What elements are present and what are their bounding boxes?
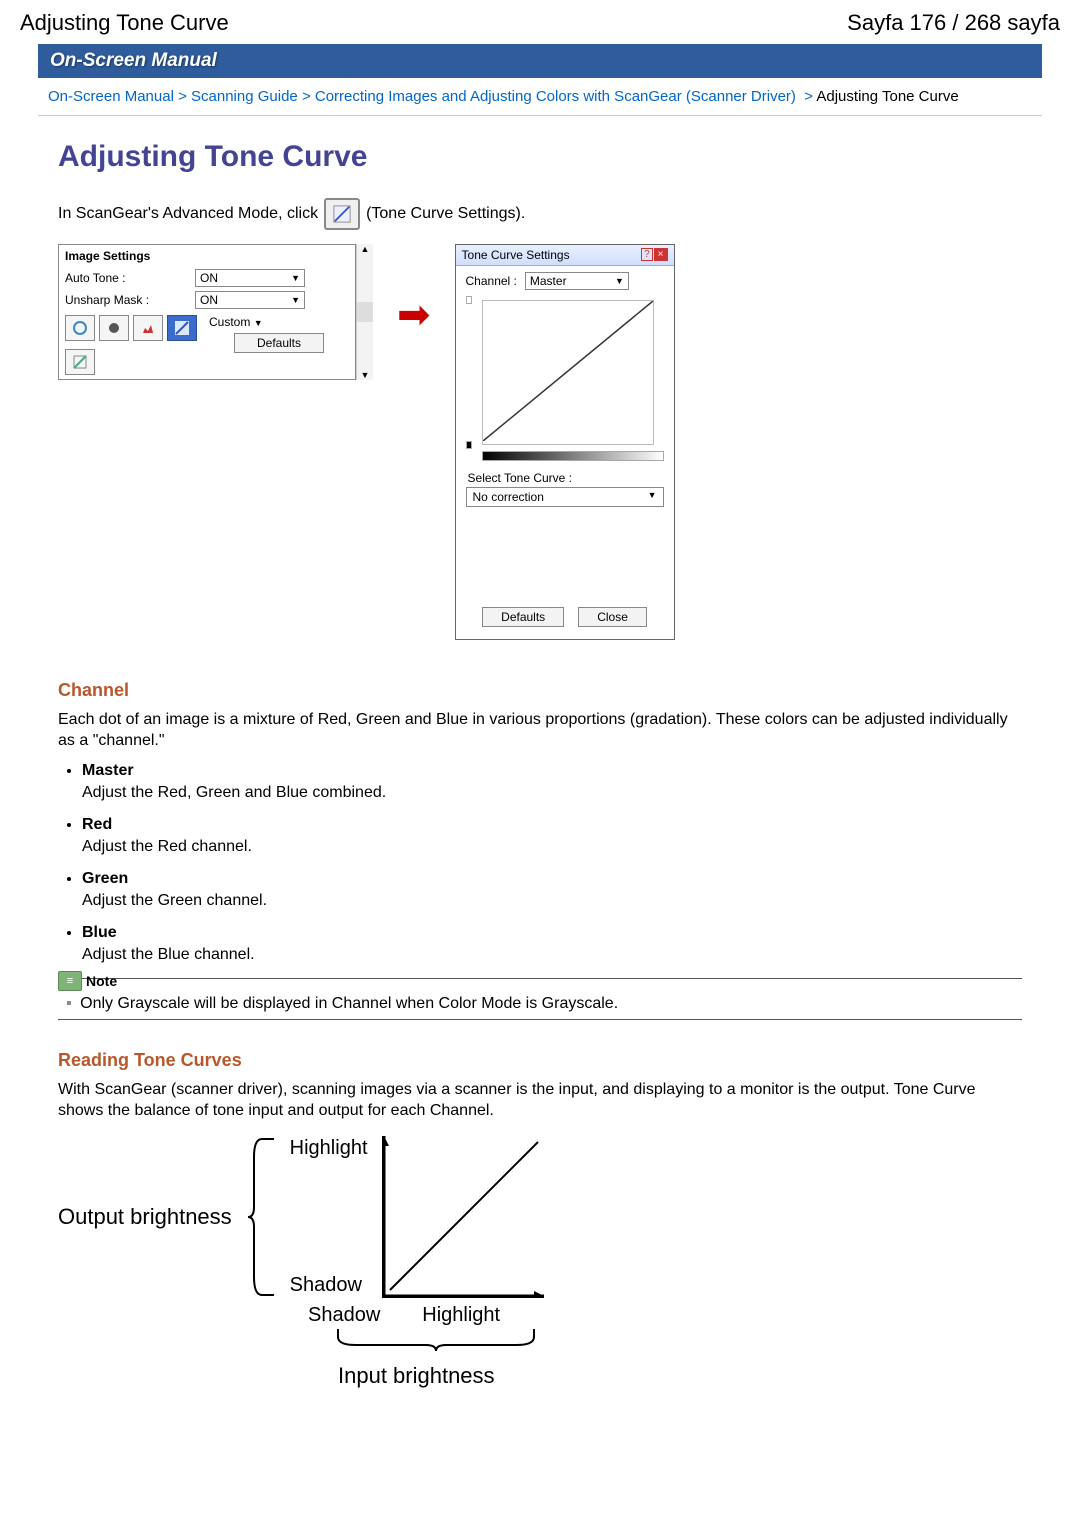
channel-label: Channel : — [466, 274, 517, 288]
intro-before: In ScanGear's Advanced Mode, click — [58, 205, 318, 223]
defaults-button[interactable]: Defaults — [482, 607, 564, 627]
mockup-area: Image Settings Auto Tone : ON ▼ Unsharp … — [58, 244, 1042, 640]
manual-bar: On-Screen Manual — [38, 44, 1042, 78]
defaults-button[interactable]: Defaults — [234, 333, 324, 353]
channel-heading: Channel — [58, 680, 1042, 701]
intro-after: (Tone Curve Settings). — [366, 205, 525, 223]
reading-heading: Reading Tone Curves — [58, 1050, 1042, 1071]
page-header: Adjusting Tone Curve Sayfa 176 / 268 say… — [0, 0, 1080, 44]
help-icon[interactable]: ? — [641, 248, 653, 261]
tool-icon-row — [59, 311, 203, 345]
channel-dropdown[interactable]: Master ▼ — [525, 272, 629, 290]
note-box: ≡ Note Only Grayscale will be displayed … — [58, 978, 1022, 1020]
chevron-down-icon: ▼ — [615, 276, 624, 286]
item-desc: Adjust the Red, Green and Blue combined. — [82, 784, 1022, 802]
breadcrumb-link[interactable]: Correcting Images and Adjusting Colors w… — [315, 88, 796, 105]
scroll-up-icon[interactable]: ▲ — [357, 244, 373, 254]
y-shadow-label: Shadow — [290, 1274, 368, 1297]
y-bracket-icon — [246, 1137, 276, 1297]
breadcrumb-current: Adjusting Tone Curve — [816, 88, 958, 105]
mode-dropdown[interactable]: Custom ▼ — [209, 315, 319, 329]
y-highlight-label: Highlight — [290, 1137, 368, 1160]
tcs-titlebar: Tone Curve Settings ? × — [456, 245, 674, 266]
scroll-down-icon[interactable]: ▼ — [357, 370, 373, 380]
x-bracket-icon — [336, 1327, 536, 1353]
curve-diagram-box — [382, 1136, 544, 1298]
note-content: Only Grayscale will be displayed in Chan… — [58, 993, 1022, 1019]
gradient-horizontal — [482, 451, 664, 461]
page-title: Adjusting Tone Curve — [58, 140, 1042, 174]
intro-line: In ScanGear's Advanced Mode, click (Tone… — [58, 198, 1042, 230]
image-settings-panel: Image Settings Auto Tone : ON ▼ Unsharp … — [58, 244, 356, 380]
close-button[interactable]: Close — [578, 607, 647, 627]
histogram-icon[interactable] — [133, 315, 163, 341]
item-desc: Adjust the Red channel. — [82, 838, 1022, 856]
list-item: Green Adjust the Green channel. — [82, 870, 1022, 910]
breadcrumb-sep: > — [804, 88, 813, 105]
scrollbar[interactable]: ▲ ▼ — [356, 244, 373, 380]
x-axis-label: Input brightness — [338, 1363, 495, 1389]
tone-curve-settings-panel: Tone Curve Settings ? × Channel : Master… — [455, 244, 675, 640]
breadcrumb-link[interactable]: Scanning Guide — [191, 88, 298, 105]
breadcrumb: On-Screen Manual > Scanning Guide > Corr… — [38, 78, 1042, 116]
page-number: Sayfa 176 / 268 sayfa — [847, 10, 1060, 36]
note-icon: ≡ — [58, 971, 82, 991]
select-tone-curve-dropdown[interactable]: No correction ▼ — [466, 487, 664, 507]
chevron-down-icon: ▼ — [291, 273, 300, 283]
close-icon[interactable]: × — [654, 248, 668, 261]
list-item: Red Adjust the Red channel. — [82, 816, 1022, 856]
auto-tone-dropdown[interactable]: ON ▼ — [195, 269, 305, 287]
final-review-icon[interactable] — [65, 349, 95, 375]
tone-curve-icon — [324, 198, 360, 230]
channel-intro: Each dot of an image is a mixture of Red… — [58, 709, 1022, 752]
breadcrumb-sep: > — [178, 88, 187, 105]
image-settings-title: Image Settings — [59, 245, 355, 267]
chevron-down-icon: ▼ — [291, 295, 300, 305]
select-tone-curve-label: Select Tone Curve : — [456, 461, 674, 487]
header-title: Adjusting Tone Curve — [20, 10, 229, 36]
setting-row: Unsharp Mask : ON ▼ — [59, 289, 355, 311]
tcs-title: Tone Curve Settings — [462, 248, 570, 262]
breadcrumb-sep: > — [302, 88, 311, 105]
setting-row: Auto Tone : ON ▼ — [59, 267, 355, 289]
x-shadow-label: Shadow — [308, 1304, 380, 1327]
chevron-down-icon: ▼ — [254, 318, 263, 328]
setting-label: Auto Tone : — [65, 271, 195, 285]
item-title: Green — [82, 870, 1022, 888]
brightness-icon[interactable] — [99, 315, 129, 341]
curve-graph[interactable] — [482, 300, 654, 445]
item-title: Blue — [82, 924, 1022, 942]
item-title: Red — [82, 816, 1022, 834]
item-title: Master — [82, 762, 1022, 780]
item-desc: Adjust the Green channel. — [82, 892, 1022, 910]
list-item: Master Adjust the Red, Green and Blue co… — [82, 762, 1022, 802]
list-item: Blue Adjust the Blue channel. — [82, 924, 1022, 964]
note-label: Note — [86, 973, 117, 989]
channel-list: Master Adjust the Red, Green and Blue co… — [82, 762, 1022, 964]
saturation-icon[interactable] — [65, 315, 95, 341]
item-desc: Adjust the Blue channel. — [82, 946, 1022, 964]
unsharp-mask-dropdown[interactable]: ON ▼ — [195, 291, 305, 309]
tone-curve-tool-icon[interactable] — [167, 315, 197, 341]
gradient-bottom — [466, 441, 472, 449]
scroll-thumb[interactable] — [357, 302, 373, 322]
breadcrumb-link[interactable]: On-Screen Manual — [48, 88, 174, 105]
arrow-right-icon: ➡ — [397, 292, 431, 338]
chevron-down-icon: ▼ — [648, 490, 657, 504]
y-axis-label: Output brightness — [58, 1204, 232, 1230]
reading-text: With ScanGear (scanner driver), scanning… — [58, 1079, 1022, 1122]
gradient-top — [466, 296, 472, 304]
x-highlight-label: Highlight — [422, 1304, 500, 1327]
setting-label: Unsharp Mask : — [65, 293, 195, 307]
tone-curve-diagram: Output brightness Highlight Shadow — [58, 1136, 1042, 1389]
